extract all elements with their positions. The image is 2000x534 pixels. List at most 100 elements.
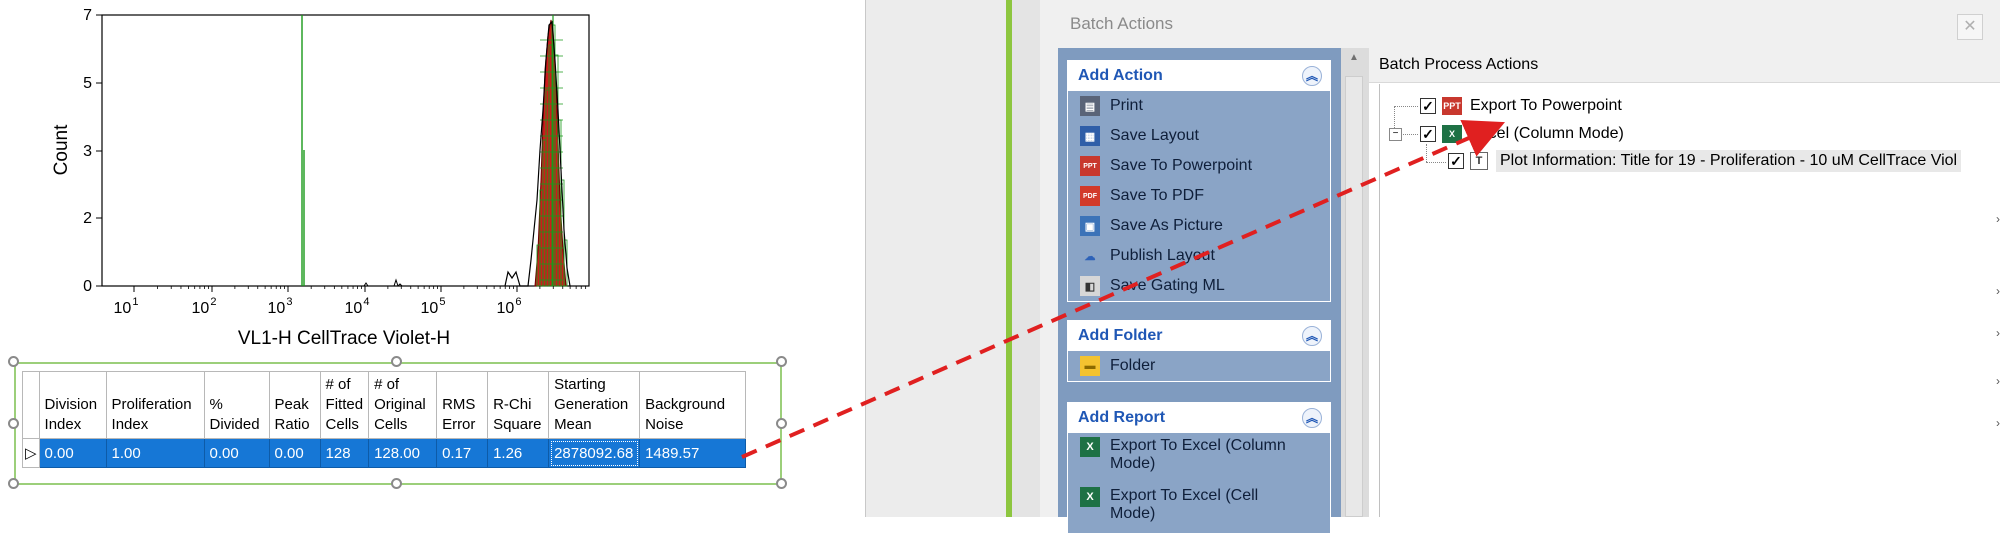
x-tick-label: 105 <box>421 296 446 317</box>
column-header[interactable]: % Divided <box>203 371 270 439</box>
pdf-icon: PDF <box>1080 186 1100 206</box>
column-header-line: Cells <box>374 416 408 433</box>
resize-handle-mr[interactable] <box>776 418 787 429</box>
group-header[interactable]: Add Folder ︽ <box>1068 321 1330 351</box>
column-header-line: # of <box>374 376 400 393</box>
table-cell[interactable]: 1489.57 <box>639 438 747 468</box>
table-cell[interactable]: 0.00 <box>38 438 107 468</box>
row-selector-icon[interactable]: ▷ <box>22 438 40 468</box>
resize-handle-tm[interactable] <box>391 356 402 367</box>
action-item[interactable]: ▬ Folder <box>1068 351 1330 381</box>
y-tick-label: 7 <box>83 7 92 24</box>
action-label: Publish Layout <box>1110 247 1215 264</box>
table-cell[interactable]: 2878092.68 <box>548 438 641 468</box>
action-label: Export To Excel (Cell Mode) <box>1110 487 1259 522</box>
resize-handle-tr[interactable] <box>776 356 787 367</box>
action-item[interactable]: X Export To Excel (Cell Mode) <box>1068 483 1330 533</box>
table-cell[interactable]: 128.00 <box>368 438 438 468</box>
column-header-line: Background <box>645 396 726 413</box>
x-axis-label: VL1-H CellTrace Violet-H <box>238 328 450 349</box>
action-item[interactable]: PDF Save To PDF <box>1068 181 1330 211</box>
column-header-line: Error <box>442 416 476 433</box>
table-cell[interactable]: 1.26 <box>487 438 550 468</box>
tree-item-excel-column-mode[interactable]: ✓ X Excel (Column Mode) <box>1420 122 1624 146</box>
table-row[interactable]: ▷ 0.00 1.00 0.00 0.00 128 128.00 0.17 1.26 28780… <box>22 438 747 468</box>
table-cell[interactable]: 1.00 <box>105 438 205 468</box>
action-item[interactable]: ▦ Save Layout <box>1068 121 1330 151</box>
column-header-line: Square <box>493 416 542 433</box>
scroll-right-icon[interactable]: › <box>1996 416 2000 430</box>
column-header[interactable]: # of Original Cells <box>368 371 438 439</box>
table-cell[interactable]: 0.00 <box>203 438 270 468</box>
column-header[interactable]: Division Index <box>38 371 107 439</box>
column-header[interactable]: # of Fitted Cells <box>319 371 370 439</box>
batch-tree[interactable]: − ✓ PPT Export To Powerpoint ✓ X Excel (… <box>1379 84 2000 517</box>
excel-icon: X <box>1080 437 1100 457</box>
collapse-chevron-icon[interactable]: ︽ <box>1302 408 1322 428</box>
action-item[interactable]: PPT Save To Powerpoint <box>1068 151 1330 181</box>
collapse-chevron-icon[interactable]: ︽ <box>1302 326 1322 346</box>
table-cell[interactable]: 0.17 <box>436 438 489 468</box>
scroll-track[interactable] <box>1345 76 1363 517</box>
powerpoint-icon: PPT <box>1080 156 1100 176</box>
resize-handle-br[interactable] <box>776 478 787 489</box>
statistics-table-selection[interactable]: Division Index Proliferation Index% Divided P… <box>8 356 787 489</box>
action-item[interactable]: ◧ Save Gating ML <box>1068 271 1330 301</box>
checkbox[interactable]: ✓ <box>1420 126 1436 142</box>
scroll-right-icon[interactable]: › <box>1996 212 2000 226</box>
resize-handle-tl[interactable] <box>8 356 19 367</box>
group-items: ▬ Folder <box>1068 351 1330 381</box>
column-header-line: Generation <box>554 396 629 413</box>
collapse-toggle-icon[interactable]: − <box>1389 128 1402 141</box>
column-header-line: Original <box>374 396 426 413</box>
table-cell[interactable]: 0.00 <box>268 438 321 468</box>
resize-handle-ml[interactable] <box>8 418 19 429</box>
checkbox[interactable]: ✓ <box>1420 98 1436 114</box>
column-header[interactable]: Starting Generation Mean <box>548 371 641 439</box>
column-header[interactable]: RMS Error <box>436 371 489 439</box>
y-tick-label: 0 <box>83 278 92 295</box>
column-header-line: Cells <box>325 416 359 433</box>
checkbox[interactable]: ✓ <box>1448 153 1464 169</box>
column-header-line: % <box>209 396 223 413</box>
action-item[interactable]: ▣ Save As Picture <box>1068 211 1330 241</box>
tree-item-label: Excel (Column Mode) <box>1470 125 1624 142</box>
action-label: Save As Picture <box>1110 217 1223 234</box>
tree-item-label: Export To Powerpoint <box>1470 97 1622 114</box>
column-header-line: Division <box>44 396 98 413</box>
action-item[interactable]: ☁ Publish Layout <box>1068 241 1330 271</box>
scroll-right-icon[interactable]: › <box>1996 284 2000 298</box>
column-header-line: Mean <box>554 416 592 433</box>
group-header[interactable]: Add Action ︽ <box>1068 61 1330 91</box>
action-label: Folder <box>1110 357 1156 374</box>
group-header[interactable]: Add Report ︽ <box>1068 403 1330 433</box>
resize-handle-bl[interactable] <box>8 478 19 489</box>
action-label: Save Layout <box>1110 127 1199 144</box>
column-header-line: Peak <box>274 396 309 413</box>
column-header[interactable]: R-Chi Square <box>487 371 550 439</box>
group-title: Add Report <box>1078 409 1166 426</box>
statistics-table[interactable]: Division Index Proliferation Index% Divided P… <box>22 371 747 468</box>
plot-frame <box>101 14 590 287</box>
cloud-upload-icon: ☁ <box>1080 246 1100 266</box>
action-item[interactable]: ▤ Print <box>1068 91 1330 121</box>
column-header[interactable]: Peak Ratio <box>268 371 321 439</box>
y-axis-label: Count <box>51 124 72 175</box>
tree-item-export-powerpoint[interactable]: ✓ PPT Export To Powerpoint <box>1420 94 1622 118</box>
scroll-right-icon[interactable]: › <box>1996 374 2000 388</box>
row-header-corner <box>22 371 40 439</box>
action-item[interactable]: X Export To Excel (Column Mode) <box>1068 433 1330 483</box>
column-header-line: Index <box>44 416 82 433</box>
tree-item-plot-information[interactable]: ✓ T Plot Information: Title for 19 - Pro… <box>1448 149 1962 173</box>
table-cell[interactable]: 128 <box>319 438 370 468</box>
window-title: Batch Actions <box>1070 14 1174 33</box>
resize-handle-bm[interactable] <box>391 478 402 489</box>
collapse-chevron-icon[interactable]: ︽ <box>1302 66 1322 86</box>
close-button[interactable]: ✕ <box>1957 14 1983 40</box>
scroll-right-icon[interactable]: › <box>1996 326 2000 340</box>
y-tick-label: 2 <box>83 210 92 227</box>
scroll-up-icon[interactable]: ▲ <box>1345 52 1363 70</box>
palette-scrollbar[interactable]: ▲ <box>1341 48 1369 517</box>
column-header[interactable]: Proliferation Index <box>105 371 205 439</box>
column-header[interactable]: Background Noise <box>639 371 747 439</box>
